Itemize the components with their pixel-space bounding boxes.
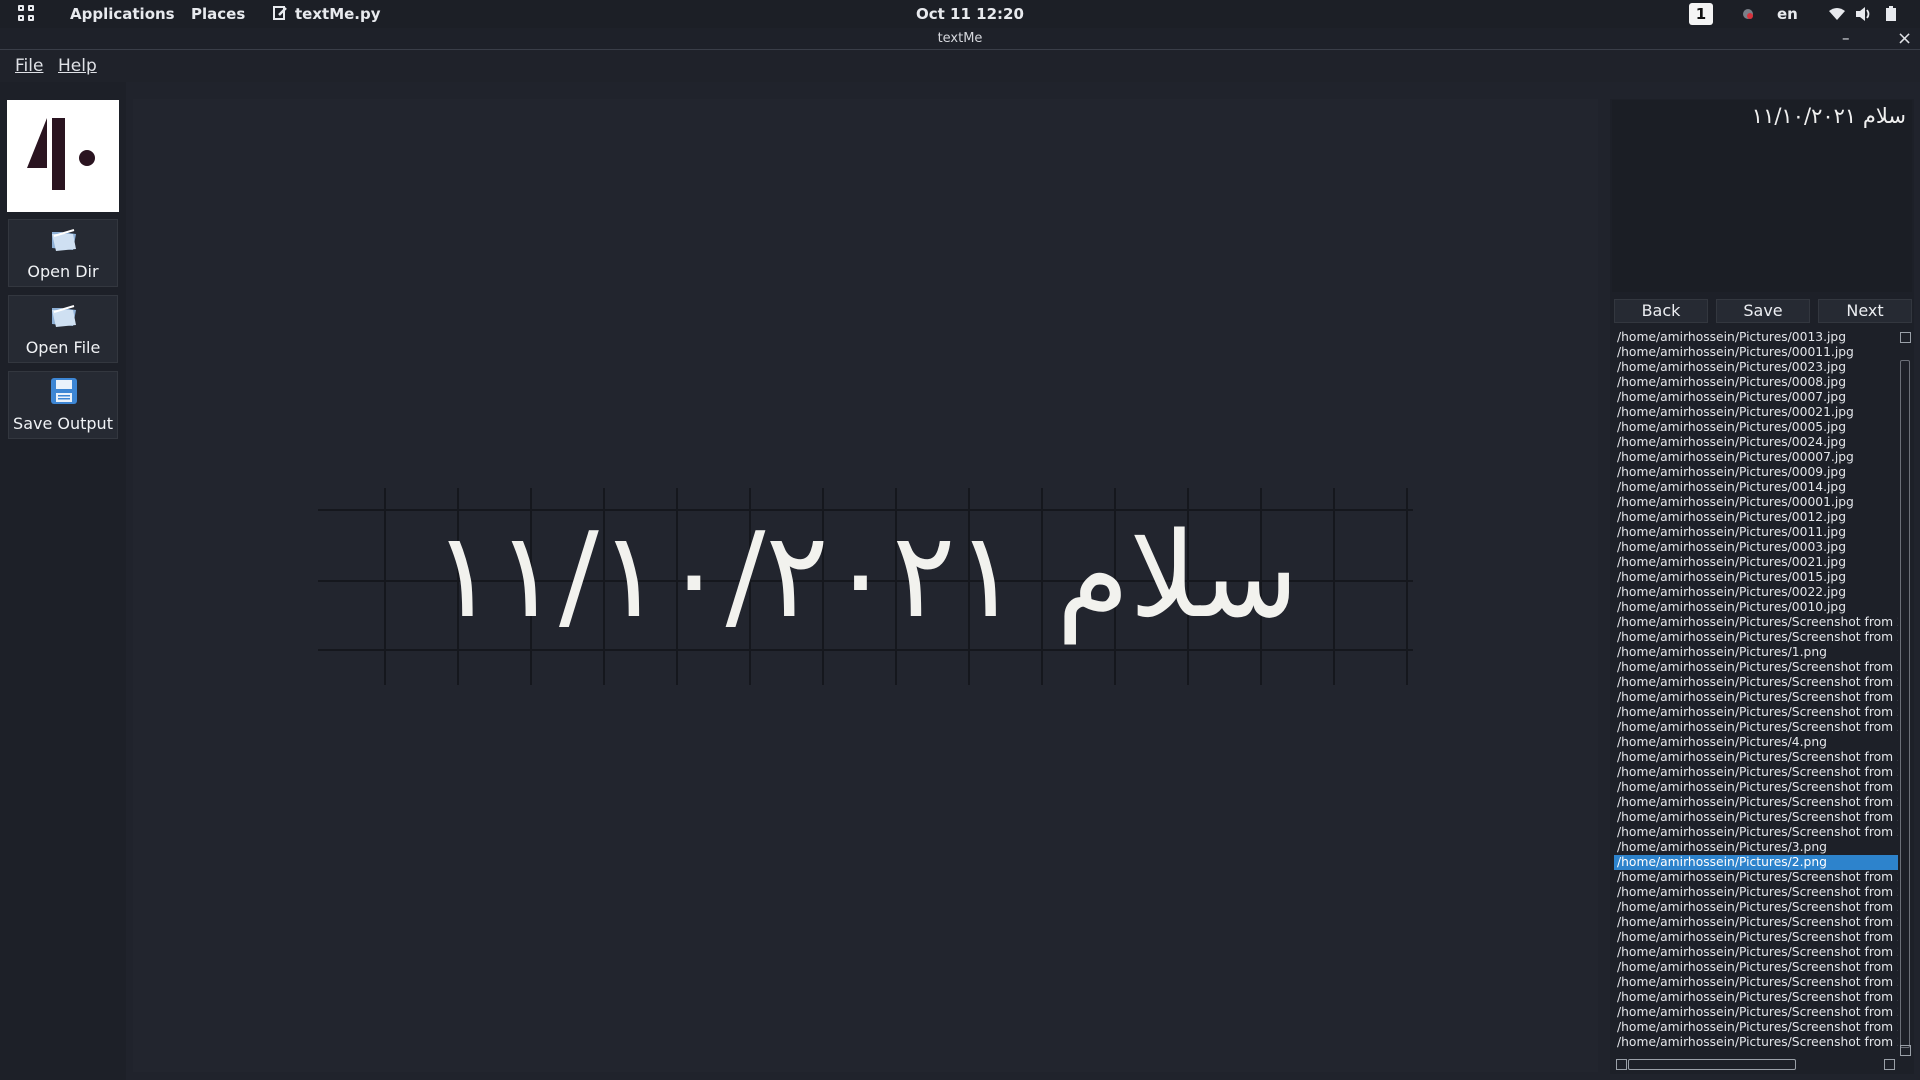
file-list-item[interactable]: /home/amirhossein/Pictures/Screenshot fr…	[1614, 975, 1898, 990]
vertical-scrollbar[interactable]	[1900, 360, 1910, 1048]
file-list-item[interactable]: /home/amirhossein/Pictures/Screenshot fr…	[1614, 765, 1898, 780]
image-text: سلام ۱۱/۱۰/۲۰۲۱	[432, 506, 1299, 644]
back-button[interactable]: Back	[1614, 299, 1708, 323]
file-list-item[interactable]: /home/amirhossein/Pictures/0013.jpg	[1614, 330, 1898, 345]
horizontal-scrollbar[interactable]	[1628, 1059, 1796, 1070]
open-dir-button[interactable]: Open Dir	[8, 219, 118, 287]
file-list-item[interactable]: /home/amirhossein/Pictures/4.png	[1614, 735, 1898, 750]
file-list-item[interactable]: /home/amirhossein/Pictures/Screenshot fr…	[1614, 870, 1898, 885]
file-list-item[interactable]: /home/amirhossein/Pictures/Screenshot fr…	[1614, 1005, 1898, 1020]
file-list-item[interactable]: /home/amirhossein/Pictures/0022.jpg	[1614, 585, 1898, 600]
file-list-item[interactable]: /home/amirhossein/Pictures/Screenshot fr…	[1614, 915, 1898, 930]
save-output-label: Save Output	[13, 414, 113, 433]
next-button[interactable]: Next	[1818, 299, 1912, 323]
record-icon[interactable]	[1741, 0, 1755, 28]
folder-icon	[52, 305, 76, 327]
open-file-button[interactable]: Open File	[8, 295, 118, 363]
file-list-item[interactable]: /home/amirhossein/Pictures/Screenshot fr…	[1614, 810, 1898, 825]
places-menu[interactable]: Places	[191, 0, 245, 28]
file-list-item[interactable]: /home/amirhossein/Pictures/Screenshot fr…	[1614, 900, 1898, 915]
file-list-item[interactable]: /home/amirhossein/Pictures/Screenshot fr…	[1614, 720, 1898, 735]
file-list-item[interactable]: /home/amirhossein/Pictures/0021.jpg	[1614, 555, 1898, 570]
file-list-item[interactable]: /home/amirhossein/Pictures/Screenshot fr…	[1614, 630, 1898, 645]
file-list-item[interactable]: /home/amirhossein/Pictures/00021.jpg	[1614, 405, 1898, 420]
file-list-item[interactable]: /home/amirhossein/Pictures/Screenshot fr…	[1614, 930, 1898, 945]
file-list-item[interactable]: /home/amirhossein/Pictures/0003.jpg	[1614, 540, 1898, 555]
file-list-item[interactable]: /home/amirhossein/Pictures/Screenshot fr…	[1614, 885, 1898, 900]
file-list[interactable]: /home/amirhossein/Pictures/0013.jpg/home…	[1614, 330, 1898, 1052]
loaded-image: سلام ۱۱/۱۰/۲۰۲۱	[318, 488, 1413, 685]
file-list-item[interactable]: /home/amirhossein/Pictures/Screenshot fr…	[1614, 1020, 1898, 1035]
clock[interactable]: Oct 11 12:20	[916, 0, 1024, 28]
scroll-right-button[interactable]	[1884, 1059, 1895, 1070]
file-list-item[interactable]: /home/amirhossein/Pictures/0014.jpg	[1614, 480, 1898, 495]
file-menu[interactable]: File	[15, 56, 43, 76]
file-list-item[interactable]: /home/amirhossein/Pictures/2.png	[1614, 855, 1898, 870]
file-menu-label: File	[15, 56, 44, 76]
volume-icon[interactable]	[1855, 0, 1873, 28]
workspace-indicator[interactable]: 1	[1689, 3, 1713, 25]
minimize-button[interactable]: –	[1842, 28, 1850, 49]
file-list-item[interactable]: /home/amirhossein/Pictures/1.png	[1614, 645, 1898, 660]
file-list-item[interactable]: /home/amirhossein/Pictures/Screenshot fr…	[1614, 795, 1898, 810]
ocr-output-textbox[interactable]: سلام ۱۱/۱۰/۲۰۲۱	[1612, 100, 1912, 292]
ocr-output-text: سلام ۱۱/۱۰/۲۰۲۱	[1751, 104, 1906, 128]
active-app-label[interactable]: textMe.py	[295, 0, 381, 28]
folder-icon	[52, 229, 76, 251]
file-list-item[interactable]: /home/amirhossein/Pictures/Screenshot fr…	[1614, 750, 1898, 765]
language-indicator[interactable]: en	[1777, 0, 1798, 28]
file-list-item[interactable]: /home/amirhossein/Pictures/00001.jpg	[1614, 495, 1898, 510]
file-list-item[interactable]: /home/amirhossein/Pictures/0010.jpg	[1614, 600, 1898, 615]
floppy-disk-icon	[51, 378, 77, 404]
close-button[interactable]: ×	[1897, 28, 1912, 49]
help-menu-label: Help	[58, 56, 97, 76]
file-list-item[interactable]: /home/amirhossein/Pictures/0009.jpg	[1614, 465, 1898, 480]
file-list-item[interactable]: /home/amirhossein/Pictures/Screenshot fr…	[1614, 990, 1898, 1005]
editor-icon	[273, 0, 289, 28]
scroll-up-button[interactable]	[1900, 332, 1911, 343]
file-list-item[interactable]: /home/amirhossein/Pictures/Screenshot fr…	[1614, 675, 1898, 690]
file-list-item[interactable]: /home/amirhossein/Pictures/Screenshot fr…	[1614, 660, 1898, 675]
top-panel: Applications Places textMe.py Oct 11 12:…	[0, 0, 1920, 28]
scroll-down-button[interactable]	[1900, 1045, 1911, 1056]
wifi-icon[interactable]	[1828, 0, 1846, 28]
battery-icon[interactable]	[1885, 0, 1899, 28]
window-title: textMe	[0, 28, 1920, 50]
save-output-button[interactable]: Save Output	[8, 371, 118, 439]
applications-menu[interactable]: Applications	[70, 0, 175, 28]
file-list-item[interactable]: /home/amirhossein/Pictures/0008.jpg	[1614, 375, 1898, 390]
app-logo	[7, 100, 119, 212]
file-list-item[interactable]: /home/amirhossein/Pictures/0015.jpg	[1614, 570, 1898, 585]
file-list-item[interactable]: /home/amirhossein/Pictures/Screenshot fr…	[1614, 690, 1898, 705]
scroll-left-button[interactable]	[1616, 1059, 1627, 1070]
file-list-item[interactable]: /home/amirhossein/Pictures/0005.jpg	[1614, 420, 1898, 435]
file-list-item[interactable]: /home/amirhossein/Pictures/0011.jpg	[1614, 525, 1898, 540]
file-list-item[interactable]: /home/amirhossein/Pictures/Screenshot fr…	[1614, 780, 1898, 795]
file-list-item[interactable]: /home/amirhossein/Pictures/0023.jpg	[1614, 360, 1898, 375]
file-list-item[interactable]: /home/amirhossein/Pictures/Screenshot fr…	[1614, 705, 1898, 720]
open-dir-label: Open Dir	[27, 262, 99, 281]
file-list-item[interactable]: /home/amirhossein/Pictures/0007.jpg	[1614, 390, 1898, 405]
open-file-label: Open File	[25, 338, 101, 357]
file-list-item[interactable]: /home/amirhossein/Pictures/Screenshot fr…	[1614, 825, 1898, 840]
file-list-item[interactable]: /home/amirhossein/Pictures/0024.jpg	[1614, 435, 1898, 450]
help-menu[interactable]: Help	[58, 56, 97, 76]
file-list-item[interactable]: /home/amirhossein/Pictures/Screenshot fr…	[1614, 945, 1898, 960]
file-list-item[interactable]: /home/amirhossein/Pictures/00011.jpg	[1614, 345, 1898, 360]
file-list-item[interactable]: /home/amirhossein/Pictures/00007.jpg	[1614, 450, 1898, 465]
file-list-item[interactable]: /home/amirhossein/Pictures/Screenshot fr…	[1614, 960, 1898, 975]
file-list-item[interactable]: /home/amirhossein/Pictures/0012.jpg	[1614, 510, 1898, 525]
menu-bar: File Help	[0, 50, 1920, 82]
save-button[interactable]: Save	[1716, 299, 1810, 323]
file-list-item[interactable]: /home/amirhossein/Pictures/Screenshot fr…	[1614, 615, 1898, 630]
file-list-item[interactable]: /home/amirhossein/Pictures/Screenshot fr…	[1614, 1035, 1898, 1050]
file-list-item[interactable]: /home/amirhossein/Pictures/3.png	[1614, 840, 1898, 855]
